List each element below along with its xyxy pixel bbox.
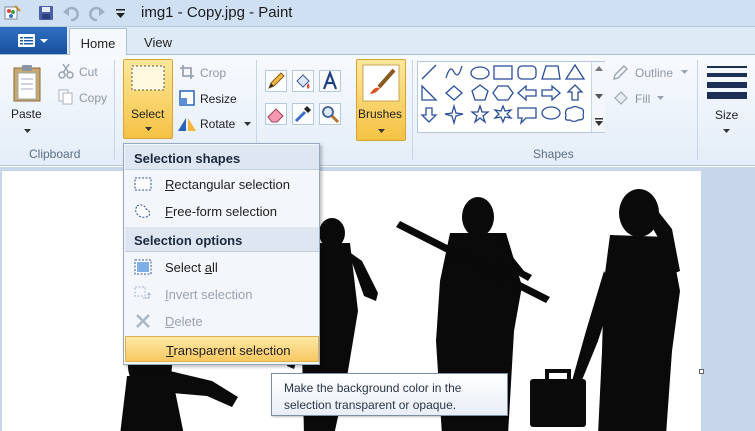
outline-dropdown-icon[interactable] (681, 70, 688, 75)
paste-icon (13, 65, 41, 102)
fill-icon (614, 91, 628, 105)
fill-tool[interactable] (292, 70, 314, 92)
menu-item-invert-selection[interactable]: Invert selection (125, 281, 319, 307)
crop-button[interactable]: Crop (200, 66, 226, 80)
text-icon (322, 69, 338, 90)
paint-app-icon[interactable] (3, 4, 21, 22)
cut-button[interactable]: Cut (79, 65, 98, 79)
tooltip-line: Make the background color in the (284, 381, 462, 395)
window-title: img1 - Copy.jpg - Paint (141, 4, 293, 21)
free-form-selection-icon (135, 204, 151, 218)
menu-item-free-form-selection[interactable]: Free-form selection (125, 198, 319, 224)
magnifier-tool[interactable] (319, 103, 341, 125)
pencil-tool[interactable] (265, 70, 287, 92)
line-size-icon (707, 66, 747, 99)
resize-button[interactable]: Resize (200, 92, 237, 106)
scroll-down-icon[interactable] (595, 94, 603, 99)
rotate-button[interactable]: Rotate (200, 117, 235, 131)
brush-icon (362, 64, 400, 102)
rotate-icon (178, 118, 196, 131)
group-label-shapes: Shapes (533, 147, 574, 161)
outline-button[interactable]: Outline (635, 66, 673, 80)
group-label-clipboard: Clipboard (29, 147, 81, 161)
select-button-label: Select (131, 107, 165, 121)
ribbon-tab-row: Home View (0, 27, 755, 56)
group-separator (697, 60, 698, 160)
customize-qat-icon[interactable] (112, 4, 130, 22)
more-shapes-icon[interactable] (594, 118, 604, 127)
pencil-icon (268, 72, 285, 89)
size-button[interactable]: Size (715, 108, 738, 122)
brushes-dropdown-icon (378, 129, 385, 133)
copy-icon (58, 89, 73, 105)
group-separator (412, 60, 413, 160)
eraser-tool[interactable] (265, 103, 287, 125)
outline-icon (613, 65, 628, 80)
menu-item-label: Rectangular selection (165, 177, 291, 192)
menu-item-label: Free-form selection (165, 204, 277, 219)
select-button[interactable]: Select (123, 59, 173, 139)
color-picker-tool[interactable] (292, 103, 314, 125)
tooltip: Make the background color in the selecti… (271, 373, 508, 416)
size-dropdown-icon[interactable] (722, 128, 731, 134)
menu-item-label: Invert selection (165, 287, 253, 302)
shapes-gallery-icons (420, 63, 586, 126)
select-all-icon (134, 259, 152, 275)
magnifier-icon (322, 106, 340, 124)
title-bar: img1 - Copy.jpg - Paint (0, 0, 755, 27)
eyedropper-icon (294, 106, 311, 123)
menu-item-transparent-selection[interactable]: Transparent selection (125, 336, 319, 362)
group-separator (114, 60, 115, 160)
crop-icon (180, 65, 194, 79)
paint-bucket-icon (296, 74, 310, 89)
tab-home[interactable]: Home (69, 28, 127, 56)
text-tool[interactable] (319, 69, 341, 92)
tooltip-line: selection transparent or opaque. (284, 398, 457, 412)
paint-menu-button[interactable] (0, 27, 67, 54)
menu-header-selection-options: Selection options (125, 227, 319, 252)
copy-button[interactable]: Copy (79, 91, 107, 105)
delete-icon (136, 314, 150, 328)
paste-dropdown-icon[interactable] (23, 128, 32, 134)
menu-header-selection-shapes: Selection shapes (125, 145, 319, 170)
brushes-button[interactable]: Brushes (356, 59, 406, 141)
fill-button[interactable]: Fill (635, 92, 650, 106)
undo-icon[interactable] (62, 4, 80, 22)
invert-selection-icon (134, 286, 151, 299)
menu-item-rectangular-selection[interactable]: Rectangular selection (125, 171, 319, 197)
paste-button[interactable]: Paste (11, 107, 42, 121)
scroll-up-icon[interactable] (595, 66, 603, 71)
rotate-dropdown-icon[interactable] (243, 121, 252, 127)
menu-item-delete[interactable]: Delete (125, 308, 319, 334)
menu-icon (18, 34, 48, 47)
shapes-scroll[interactable] (591, 62, 605, 132)
menu-item-select-all[interactable]: Select all (125, 254, 319, 280)
select-dropdown-icon (145, 127, 152, 131)
menu-item-label: Transparent selection (166, 343, 291, 358)
redo-icon[interactable] (88, 4, 106, 22)
resize-icon (179, 90, 195, 106)
menu-item-label: Delete (165, 314, 203, 329)
save-icon[interactable] (37, 4, 55, 22)
rectangle-selection-icon (131, 65, 165, 91)
tab-view[interactable]: View (133, 28, 183, 55)
rectangular-selection-icon (134, 177, 152, 191)
fill-dropdown-icon[interactable] (657, 96, 664, 101)
shapes-gallery[interactable] (417, 61, 605, 133)
canvas-resize-handle[interactable] (699, 369, 704, 374)
brushes-label: Brushes (358, 107, 403, 121)
menu-item-label: Select all (165, 260, 218, 275)
eraser-icon (267, 108, 284, 123)
cut-icon (58, 63, 74, 79)
select-dropdown-menu: Selection shapes Rectangular selection F… (123, 143, 320, 365)
ribbon: Paste Cut Copy Clipboard Select Crop Res… (0, 55, 755, 166)
